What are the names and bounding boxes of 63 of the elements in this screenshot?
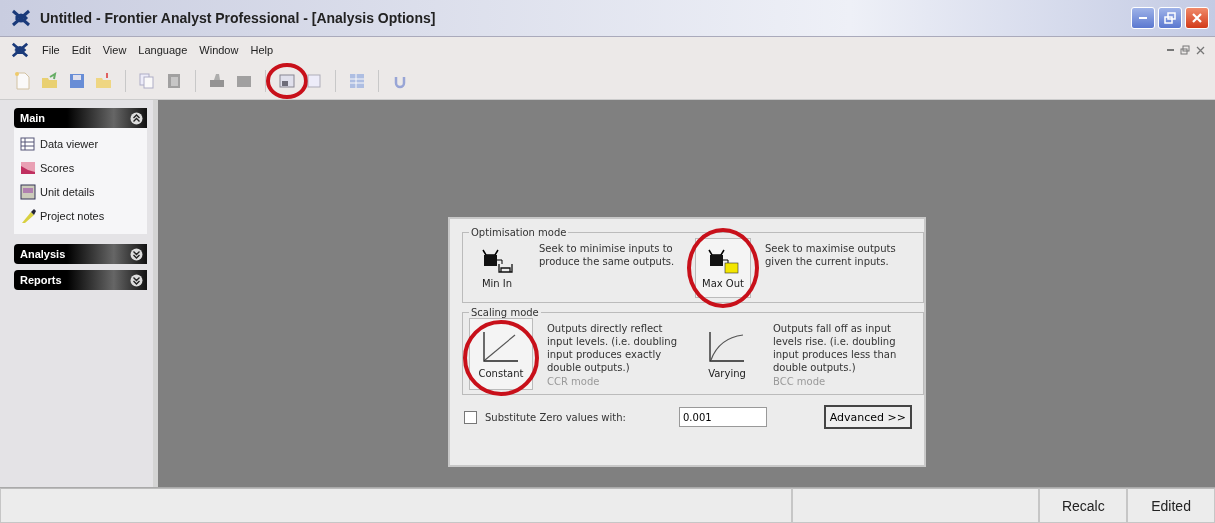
menu-item[interactable]: Help: [250, 44, 274, 56]
status-text: Recalc: [1039, 488, 1128, 523]
doc-icon[interactable]: [305, 72, 323, 90]
group-title: Scaling mode: [470, 307, 540, 318]
menu-item[interactable]: File: [42, 44, 60, 56]
mode-button[interactable]: Varying: [695, 318, 759, 390]
mode-description: Outputs directly reflect input levels. (i.e. doubling input produces exactly double outputs.): [547, 322, 678, 374]
options-icon[interactable]: [278, 72, 296, 90]
folder-icon[interactable]: [95, 72, 113, 90]
pen-icon: [20, 208, 36, 224]
menu-item[interactable]: Edit: [71, 44, 91, 56]
restore-icon: [1164, 12, 1176, 24]
app-logo-icon: [10, 8, 32, 28]
line-graph-icon: [481, 329, 521, 364]
menu-item[interactable]: Language: [138, 44, 188, 56]
restore-button[interactable]: [1158, 7, 1182, 29]
curve-graph-icon: [707, 329, 747, 364]
chart-icon: [20, 160, 36, 176]
print-icon[interactable]: [208, 72, 226, 90]
zero-value-field[interactable]: 0.001: [679, 407, 767, 427]
sidebar-item[interactable]: Data viewer: [40, 138, 99, 150]
mode-note: BCC mode: [773, 375, 827, 387]
status-text: Edited: [1127, 488, 1215, 523]
checkbox-label: Substitute Zero values with:: [485, 411, 627, 423]
menu-item[interactable]: Window: [199, 44, 239, 56]
mode-description: Seek to maximise outputs given the current inputs.: [765, 242, 897, 269]
menu-item[interactable]: View: [102, 44, 127, 56]
sidebar-item[interactable]: Scores: [40, 162, 75, 174]
advanced-button[interactable]: Advanced >>: [823, 405, 912, 429]
restore-icon[interactable]: [1180, 45, 1190, 55]
tank-icon: [480, 247, 514, 274]
expand-icon: [130, 273, 143, 287]
new-icon[interactable]: [14, 72, 32, 90]
app-logo-icon: [10, 41, 30, 59]
minimize-icon: [1139, 17, 1147, 19]
mode-description: Outputs fall off as input levels rise. (i.e. doubling input produces less than double outputs.): [773, 322, 898, 374]
group-title: Optimisation mode: [470, 227, 568, 238]
section-header[interactable]: Reports: [14, 270, 147, 290]
close-icon: [1191, 12, 1203, 24]
open-icon[interactable]: [41, 72, 59, 90]
mode-note: CCR mode: [547, 375, 601, 387]
grid-icon: [20, 136, 36, 152]
close-icon[interactable]: [1196, 45, 1205, 55]
mode-description: Seek to minimise inputs to produce the same outputs.: [539, 242, 676, 269]
collapse-icon: [130, 111, 143, 125]
paste-icon[interactable]: [165, 72, 183, 90]
window-title: Untitled - Frontier Analyst Professional - [Analysis Options]: [40, 10, 436, 26]
mode-button[interactable]: Max Out: [695, 238, 751, 298]
mode-button[interactable]: Constant: [469, 318, 533, 390]
section-header[interactable]: Analysis: [14, 244, 147, 264]
sidebar-item[interactable]: Unit details: [40, 186, 95, 198]
minimize-button[interactable]: [1131, 7, 1155, 29]
grid-icon[interactable]: [348, 72, 366, 90]
checkbox[interactable]: [464, 410, 477, 424]
mode-button[interactable]: Min In: [469, 238, 525, 298]
section-header[interactable]: Main: [14, 108, 147, 128]
copy-icon[interactable]: [138, 72, 156, 90]
tank-icon: [706, 247, 740, 274]
save-icon[interactable]: [68, 72, 86, 90]
sidebar-item[interactable]: Project notes: [40, 210, 105, 222]
form-icon: [20, 184, 36, 200]
close-button[interactable]: [1185, 7, 1209, 29]
expand-icon: [130, 247, 143, 261]
